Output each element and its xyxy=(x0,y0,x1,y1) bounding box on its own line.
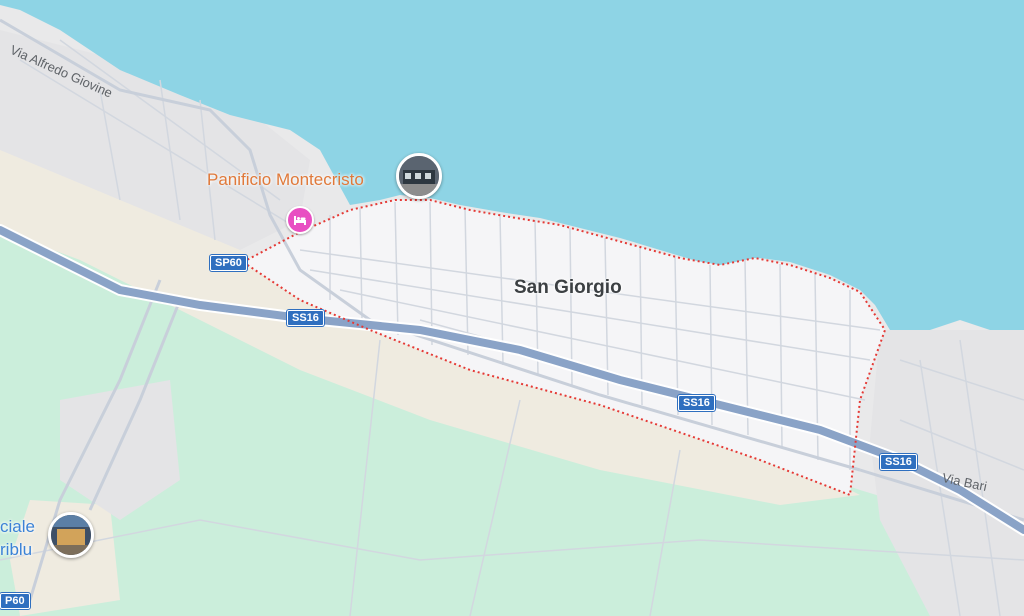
poi-label-panificio-montecristo[interactable]: Panificio Montecristo xyxy=(207,170,364,190)
road-shield-sp60[interactable]: SP60 xyxy=(210,255,247,271)
photo-thumbnail-icon[interactable] xyxy=(396,153,442,199)
map-canvas[interactable] xyxy=(0,0,1024,616)
road-shield-ss16-center[interactable]: SS16 xyxy=(678,395,715,411)
photo-thumbnail-icon-left[interactable] xyxy=(48,512,94,558)
road-shield-p60[interactable]: P60 xyxy=(0,593,30,609)
hotel-pin[interactable] xyxy=(286,206,314,234)
bed-icon xyxy=(294,216,306,225)
road-shield-ss16-east[interactable]: SS16 xyxy=(880,454,917,470)
poi-label-left-line2[interactable]: riblu xyxy=(0,540,32,560)
place-label-san-giorgio: San Giorgio xyxy=(514,277,622,298)
road-shield-ss16-west[interactable]: SS16 xyxy=(287,310,324,326)
poi-label-left-line1[interactable]: ciale xyxy=(0,517,35,537)
